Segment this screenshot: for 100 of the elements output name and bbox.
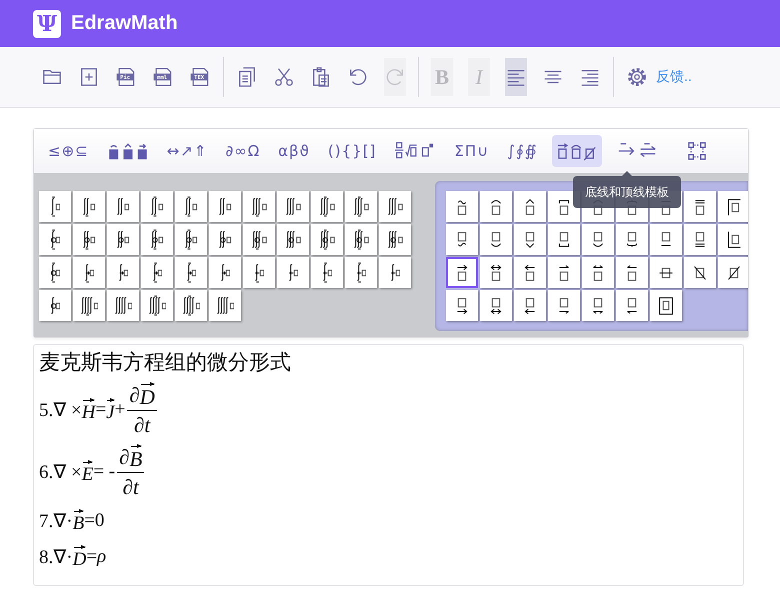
bar-template-button[interactable] [684,191,716,222]
bar-template-button[interactable] [582,257,614,288]
integral-template-icon [50,262,60,284]
integral-template-icon [184,228,198,250]
integral-template-button[interactable] [277,191,309,222]
integral-template-button[interactable] [243,257,275,288]
integral-template-button[interactable] [107,290,139,321]
bar-template-button[interactable] [548,224,580,255]
bar-template-button[interactable] [480,224,512,255]
integral-template-button[interactable] [243,224,275,255]
bar-template-button[interactable] [548,290,580,321]
integral-template-button[interactable] [277,257,309,288]
integral-template-button[interactable] [141,290,173,321]
integral-template-button[interactable] [141,224,173,255]
symbol-tab[interactable]: (){}[] [324,135,380,167]
integral-template-button[interactable] [39,257,71,288]
integral-template-button[interactable] [345,224,377,255]
integral-template-button[interactable] [209,257,241,288]
integral-template-button[interactable] [73,257,105,288]
bar-template-button[interactable] [446,290,478,321]
integral-template-button[interactable] [107,257,139,288]
bar-template-button[interactable] [582,224,614,255]
integral-template-icon [80,294,98,316]
symbol-tab[interactable]: ≤⊕⊆ [44,135,93,167]
integral-template-button[interactable] [141,257,173,288]
integral-template-button[interactable] [311,257,343,288]
integral-template-icon [386,196,404,218]
bar-template-button[interactable] [514,257,546,288]
tooltip: 底线和顶线模板 [573,171,681,208]
bar-template-button[interactable] [480,191,512,222]
bar-template-button[interactable] [446,191,478,222]
bar-template-button[interactable] [650,290,682,321]
integral-template-icon [218,196,232,218]
integral-template-button[interactable] [107,191,139,222]
integral-template-button[interactable] [175,257,207,288]
integral-template-button[interactable] [175,191,207,222]
bar-template-button[interactable] [650,224,682,255]
symbol-tab[interactable]: ∫∮∯ [503,135,542,167]
integral-template-button[interactable] [141,191,173,222]
bar-template-button[interactable] [514,224,546,255]
copy-icon [236,66,258,88]
bar-template-button[interactable] [616,290,648,321]
integral-template-button[interactable] [39,191,71,222]
equation: 7.∇·B=0 [39,508,106,536]
bar-template-button[interactable] [446,257,478,288]
integral-template-button[interactable] [243,191,275,222]
symbol-tab[interactable]: ∂∞Ω [221,135,264,167]
integral-template-button[interactable] [209,191,241,222]
bar-template-button[interactable] [616,224,648,255]
integral-template-icon [114,294,132,316]
integral-template-icon [254,262,264,284]
bar-template-button[interactable] [718,224,748,255]
bar-template-button[interactable] [684,257,716,288]
symbol-tab[interactable]: ΣΠ∪ [450,135,494,167]
symbol-tab[interactable] [552,135,602,167]
bar-template-button[interactable] [616,257,648,288]
integral-template-button[interactable] [209,290,241,321]
integral-template-icon [50,294,60,316]
integral-template-icon [186,262,196,284]
integral-template-icon [152,262,162,284]
bar-template-button[interactable] [684,224,716,255]
integral-template-icon [218,228,232,250]
bar-template-button[interactable] [582,290,614,321]
integral-template-button[interactable] [39,290,71,321]
integral-template-button[interactable] [379,224,411,255]
integral-template-button[interactable] [175,224,207,255]
settings-icon [626,66,648,88]
integral-template-button[interactable] [311,191,343,222]
bar-template-button[interactable] [514,290,546,321]
integral-template-button[interactable] [311,224,343,255]
integral-template-button[interactable] [379,257,411,288]
feedback-link[interactable]: 反馈.. [656,68,692,86]
integral-template-button[interactable] [379,191,411,222]
scissors-icon [273,66,295,88]
integral-template-button[interactable] [209,224,241,255]
integral-template-button[interactable] [73,290,105,321]
integral-template-button[interactable] [73,191,105,222]
align-left-button[interactable] [505,58,527,96]
integral-template-button[interactable] [73,224,105,255]
bar-template-button[interactable] [718,257,748,288]
accent-boxes-icon [106,141,149,161]
integral-template-button[interactable] [107,224,139,255]
bar-template-button[interactable] [514,191,546,222]
integral-template-icon [352,196,370,218]
integral-template-icon [82,196,96,218]
bar-template-button[interactable] [650,257,682,288]
symbol-tab[interactable]: ↔↗⇑ [162,135,212,167]
symbol-tab[interactable]: αβϑ [274,135,314,167]
integral-template-button[interactable] [345,191,377,222]
bar-template-button[interactable] [480,290,512,321]
bar-template-button[interactable] [446,224,478,255]
integral-template-icon [284,196,302,218]
integral-template-button[interactable] [345,257,377,288]
bar-template-button[interactable] [480,257,512,288]
integral-template-button[interactable] [39,224,71,255]
bar-template-button[interactable] [718,191,748,222]
overbar-box-icon [556,141,598,161]
integral-template-button[interactable] [277,224,309,255]
integral-template-button[interactable] [175,290,207,321]
bar-template-button[interactable] [548,257,580,288]
